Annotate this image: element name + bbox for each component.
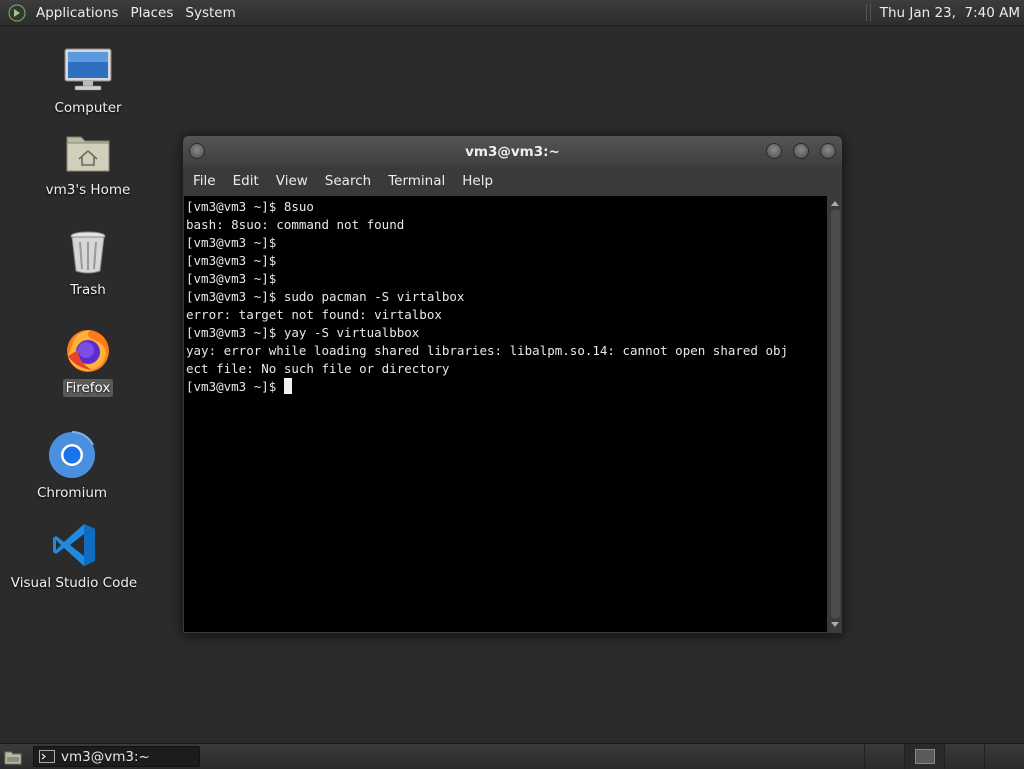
system-menu[interactable]: System bbox=[179, 5, 241, 21]
menu-help[interactable]: Help bbox=[455, 173, 500, 189]
window-thumbnail bbox=[914, 749, 935, 764]
computer-icon bbox=[63, 45, 113, 95]
terminal-line: [vm3@vm3 ~]$ yay -S virtualbbox bbox=[186, 325, 420, 340]
desktop-icon-trash[interactable]: Trash bbox=[23, 227, 153, 299]
clock[interactable]: Thu Jan 23, 7:40 AM bbox=[880, 5, 1024, 21]
terminal-line: [vm3@vm3 ~]$ sudo pacman -S virtalbox bbox=[186, 289, 465, 304]
show-desktop-button[interactable] bbox=[3, 748, 23, 766]
minimize-button[interactable] bbox=[766, 143, 782, 159]
close-button[interactable] bbox=[820, 143, 836, 159]
panel-separator bbox=[865, 4, 871, 21]
terminal-line: [vm3@vm3 ~]$ 8suo bbox=[186, 199, 314, 214]
applications-menu[interactable]: Applications bbox=[30, 5, 124, 21]
desktop-icon-computer[interactable]: Computer bbox=[23, 45, 153, 117]
workspace-4[interactable] bbox=[984, 744, 1024, 769]
desktop-icon-label: Firefox bbox=[62, 379, 114, 397]
desktop-icon-label: Trash bbox=[70, 282, 106, 298]
terminal-line: yay: error while loading shared librarie… bbox=[186, 343, 789, 358]
top-panel: Applications Places System Thu Jan 23, 7… bbox=[0, 0, 1024, 26]
workspace-2[interactable] bbox=[904, 744, 944, 769]
home-folder-icon bbox=[63, 127, 113, 177]
maximize-button[interactable] bbox=[793, 143, 809, 159]
window-titlebar[interactable]: vm3@vm3:~ bbox=[183, 136, 842, 167]
menu-search[interactable]: Search bbox=[318, 173, 378, 189]
workspace-switcher bbox=[864, 744, 1024, 769]
vscode-icon bbox=[49, 520, 99, 570]
top-panel-right: Thu Jan 23, 7:40 AM bbox=[865, 0, 1024, 25]
taskbar-item-terminal[interactable]: vm3@vm3:~ bbox=[33, 746, 200, 767]
desktop-icon-home[interactable]: vm3's Home bbox=[23, 127, 153, 199]
terminal-prompt: [vm3@vm3 ~]$ bbox=[186, 379, 284, 394]
desktop-icon-label: Visual Studio Code bbox=[10, 575, 138, 591]
terminal-window: vm3@vm3:~ File Edit View Search Terminal… bbox=[182, 135, 843, 634]
scroll-down-arrow-icon[interactable] bbox=[831, 622, 839, 627]
text-cursor bbox=[283, 378, 292, 394]
window-menubar: File Edit View Search Terminal Help bbox=[183, 167, 842, 195]
terminal-scrollbar[interactable] bbox=[829, 196, 842, 632]
menu-terminal[interactable]: Terminal bbox=[381, 173, 452, 189]
show-desktop-icon bbox=[4, 751, 22, 764]
desktop-icon-label: vm3's Home bbox=[45, 182, 131, 198]
menu-view[interactable]: View bbox=[269, 173, 315, 189]
terminal-output[interactable]: [vm3@vm3 ~]$ 8suo bash: 8suo: command no… bbox=[184, 196, 827, 632]
desktop-icon-chromium[interactable]: Chromium bbox=[7, 430, 137, 502]
terminal-line: error: target not found: virtalbox bbox=[186, 307, 442, 322]
chromium-icon bbox=[47, 430, 97, 480]
menu-file[interactable]: File bbox=[186, 173, 223, 189]
taskbar-item-label: vm3@vm3:~ bbox=[61, 748, 150, 765]
distro-logo-icon[interactable] bbox=[8, 3, 26, 22]
trash-icon bbox=[63, 227, 113, 277]
desktop-icon-label: Computer bbox=[54, 100, 122, 116]
terminal-line: bash: 8suo: command not found bbox=[186, 217, 405, 232]
desktop-icon-vscode[interactable]: Visual Studio Code bbox=[9, 520, 139, 592]
desktop-icon-firefox[interactable]: Firefox bbox=[23, 325, 153, 397]
window-menu-button[interactable] bbox=[189, 143, 205, 159]
terminal-line: [vm3@vm3 ~]$ bbox=[186, 253, 284, 268]
scroll-up-arrow-icon[interactable] bbox=[831, 201, 839, 206]
bottom-panel: vm3@vm3:~ bbox=[0, 743, 1024, 769]
desktop-icon-label: Chromium bbox=[36, 485, 108, 501]
terminal-prompt-line: [vm3@vm3 ~]$ bbox=[186, 378, 827, 396]
terminal-line: [vm3@vm3 ~]$ bbox=[186, 271, 284, 286]
terminal-line: [vm3@vm3 ~]$ bbox=[186, 235, 284, 250]
window-title: vm3@vm3:~ bbox=[465, 143, 560, 160]
terminal-line: ect file: No such file or directory bbox=[186, 361, 450, 376]
scrollbar-thumb[interactable] bbox=[831, 210, 840, 618]
menu-edit[interactable]: Edit bbox=[226, 173, 266, 189]
places-menu[interactable]: Places bbox=[124, 5, 179, 21]
terminal-icon bbox=[39, 750, 55, 763]
firefox-icon bbox=[63, 325, 113, 375]
workspace-3[interactable] bbox=[944, 744, 984, 769]
workspace-1[interactable] bbox=[864, 744, 904, 769]
